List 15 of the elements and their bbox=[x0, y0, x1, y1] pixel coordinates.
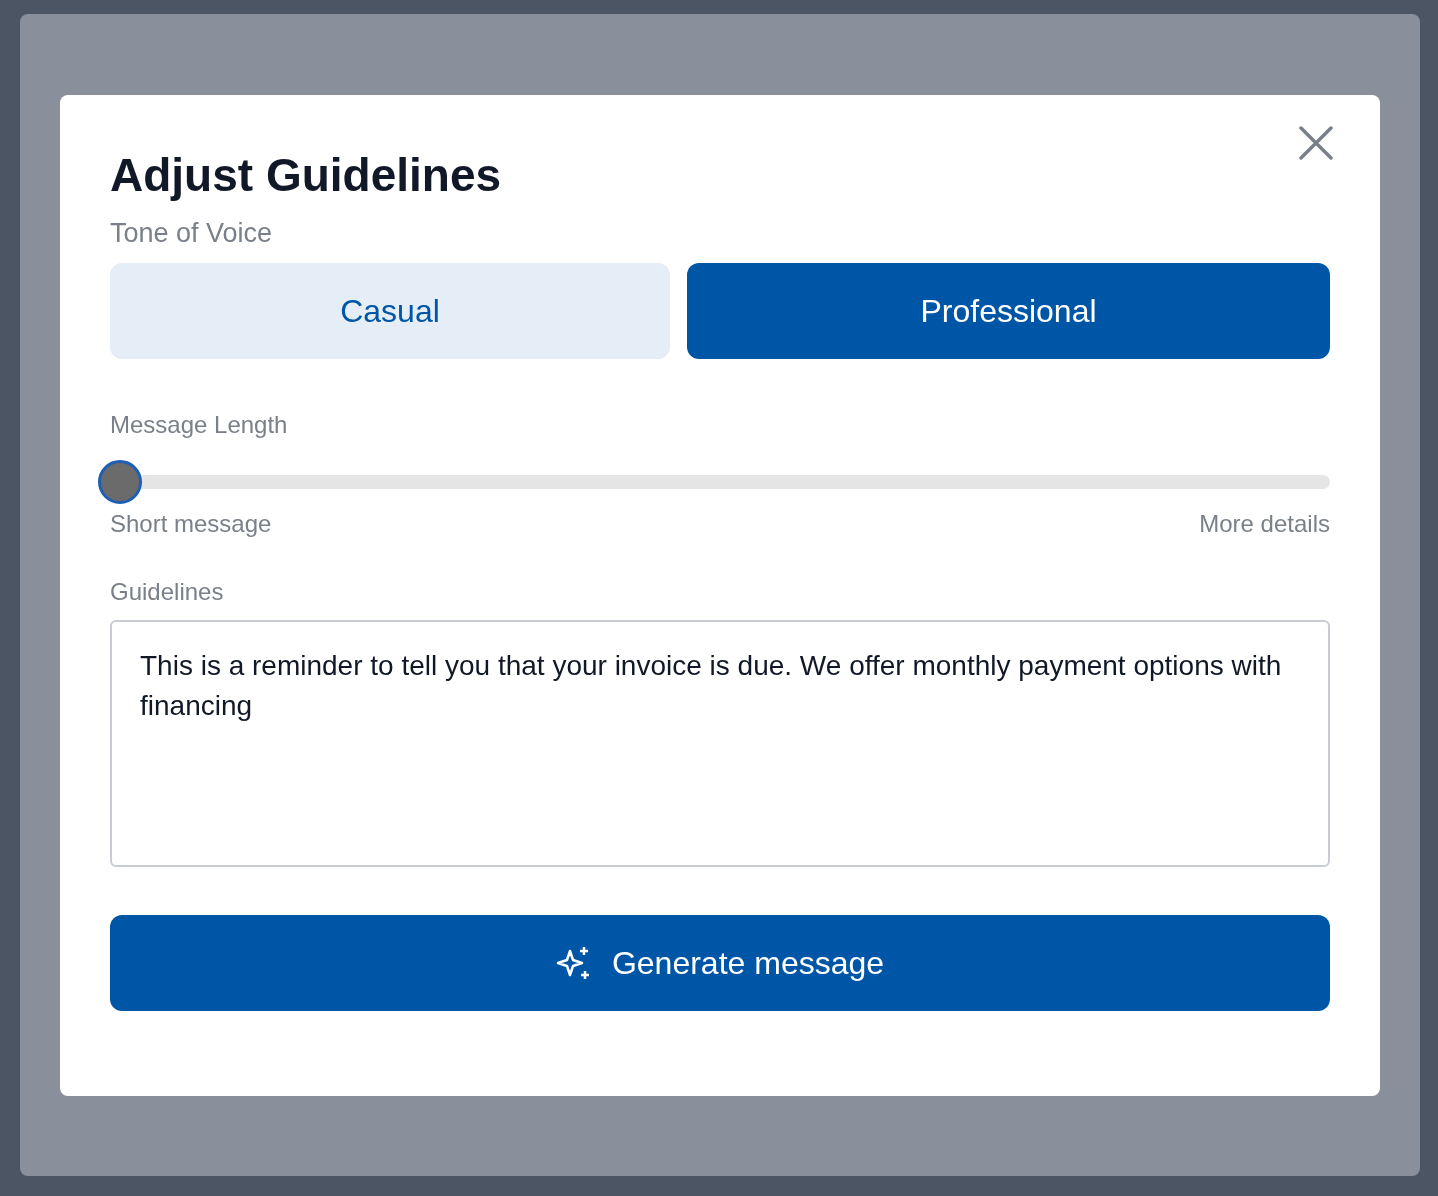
guidelines-field[interactable]: This is a reminder to tell you that your invoice is due. We offer monthly payment options with financing bbox=[110, 620, 1330, 867]
close-icon bbox=[1299, 126, 1333, 160]
tone-label: Tone of Voice bbox=[110, 216, 273, 250]
tone-option[interactable]: Professional bbox=[687, 263, 1330, 359]
generate-button[interactable]: Generate message bbox=[110, 915, 1330, 1011]
sparkle-icon bbox=[555, 945, 592, 981]
length-slider[interactable] bbox=[98, 460, 1330, 504]
close-button[interactable] bbox=[1296, 123, 1336, 163]
min-label: Short message bbox=[110, 509, 272, 539]
tone-option[interactable]: Casual bbox=[110, 263, 670, 359]
slider-thumb[interactable] bbox=[98, 460, 142, 504]
max-label: More details bbox=[1199, 509, 1330, 539]
dialog-title: Adjust Guidelines bbox=[110, 148, 502, 203]
guidelines-label: Guidelines bbox=[110, 577, 224, 607]
length-label: Message Length bbox=[110, 410, 288, 440]
